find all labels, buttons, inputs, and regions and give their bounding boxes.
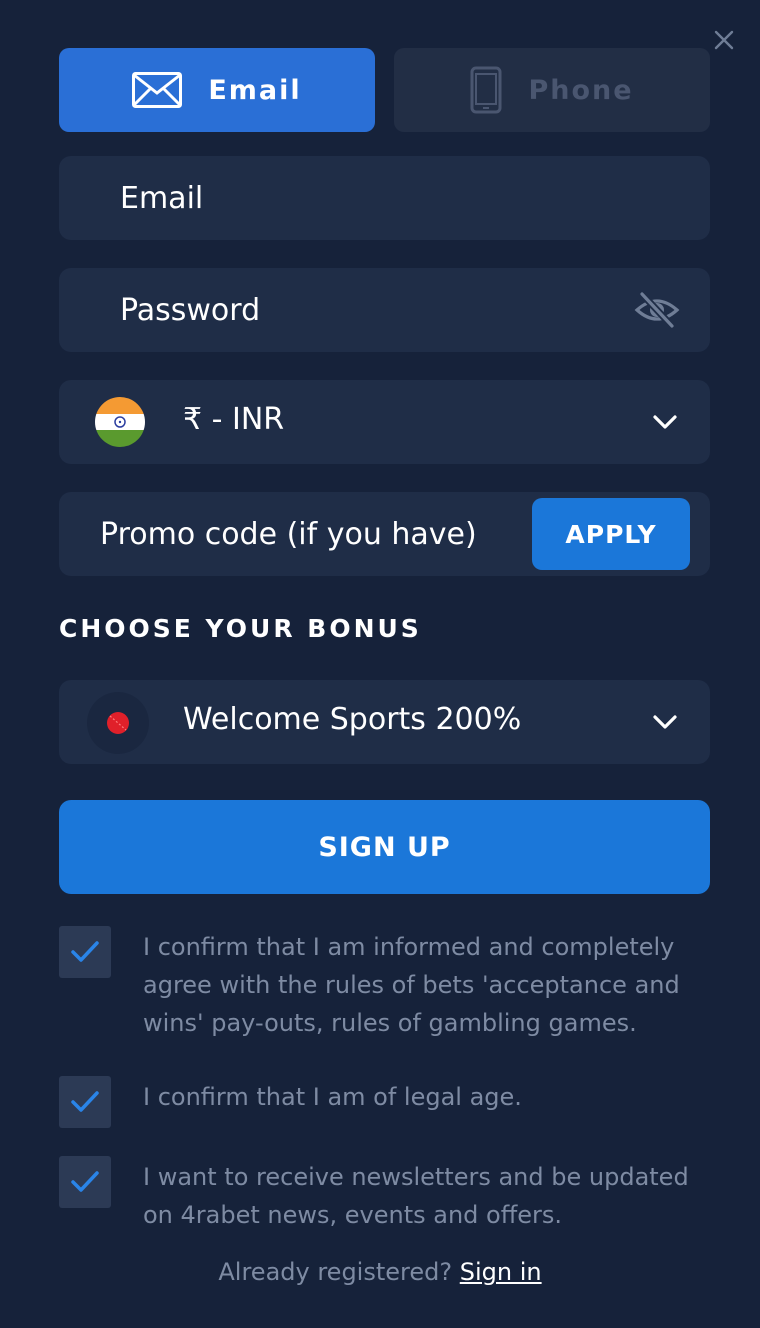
eye-slash-icon[interactable]	[634, 290, 680, 330]
close-button[interactable]	[706, 22, 742, 58]
currency-value: ₹ - INR	[183, 402, 285, 437]
smartphone-icon	[470, 66, 502, 114]
chevron-down-icon	[651, 710, 679, 734]
chevron-down-icon	[651, 410, 679, 434]
sign-up-button[interactable]: SIGN UP	[59, 800, 710, 894]
bonus-selected: Welcome Sports 200%	[183, 702, 522, 737]
tab-phone[interactable]: Phone	[394, 48, 710, 132]
checkmark-icon	[71, 941, 99, 962]
promo-code-placeholder: Promo code (if you have)	[100, 516, 477, 552]
newsletter-checkbox[interactable]	[59, 1156, 111, 1208]
signup-method-tabs: Email Phone	[59, 48, 710, 132]
email-placeholder: Email	[120, 180, 204, 216]
tab-email[interactable]: Email	[59, 48, 375, 132]
legal-age-text: I confirm that I am of legal age.	[143, 1083, 522, 1111]
india-flag-icon	[95, 397, 145, 447]
terms-checkbox[interactable]	[59, 926, 111, 978]
already-registered-text: Already registered?	[218, 1258, 453, 1286]
terms-text: I confirm that I am informed and complet…	[143, 933, 680, 1037]
sign-in-link[interactable]: Sign in	[460, 1258, 542, 1286]
password-field[interactable]: Password	[59, 268, 710, 352]
newsletter-text: I want to receive newsletters and be upd…	[143, 1163, 689, 1229]
checkmark-icon	[71, 1091, 99, 1112]
apply-button[interactable]: APPLY	[532, 498, 690, 570]
bonus-heading: CHOOSE YOUR BONUS	[59, 614, 422, 643]
checkmark-icon	[71, 1171, 99, 1192]
promo-code-field[interactable]: Promo code (if you have) APPLY	[59, 492, 710, 576]
currency-select[interactable]: ₹ - INR	[59, 380, 710, 464]
sign-in-prompt: Already registered? Sign in	[0, 1258, 760, 1286]
close-icon	[714, 30, 734, 50]
envelope-icon	[132, 72, 183, 108]
tab-phone-label: Phone	[528, 74, 634, 106]
email-field[interactable]: Email	[59, 156, 710, 240]
tab-email-label: Email	[208, 74, 302, 106]
password-placeholder: Password	[120, 292, 261, 328]
bonus-select[interactable]: Welcome Sports 200%	[59, 680, 710, 764]
legal-age-checkbox[interactable]	[59, 1076, 111, 1128]
cricket-ball-icon	[87, 692, 149, 754]
